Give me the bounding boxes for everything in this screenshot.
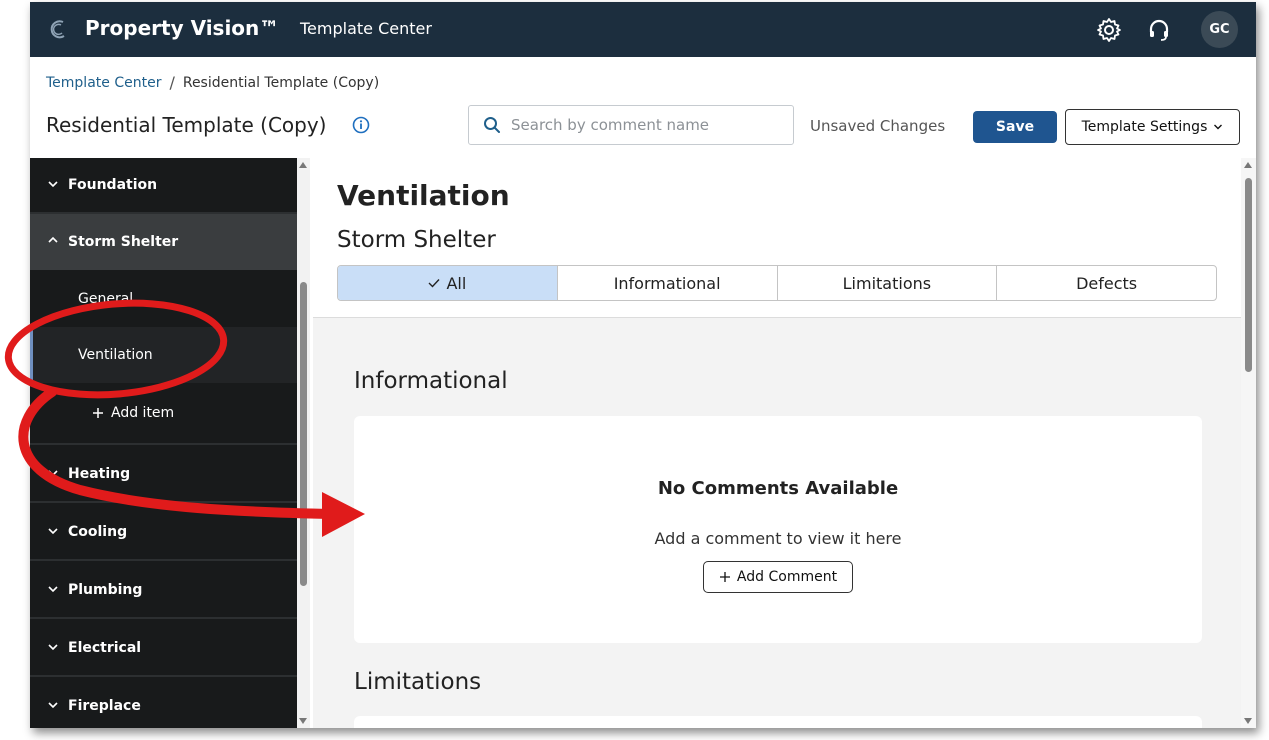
- tab-defects[interactable]: Defects: [997, 266, 1216, 300]
- tab-label: Limitations: [842, 273, 932, 293]
- tab-label: Informational: [613, 273, 721, 293]
- chevron-down-icon: [48, 528, 58, 535]
- chevron-down-icon: [48, 586, 58, 593]
- sidebar-item-label: Plumbing: [68, 582, 143, 598]
- scroll-up-arrow-icon[interactable]: [299, 162, 307, 168]
- sidebar-item-label: Foundation: [68, 177, 158, 193]
- brand-name: Property Vision™: [85, 16, 280, 40]
- breadcrumb-current: Residential Template (Copy): [182, 74, 380, 91]
- search-icon: [484, 117, 500, 133]
- sidebar-scroll-thumb[interactable]: [300, 282, 307, 586]
- main-scrollbar[interactable]: [1241, 158, 1256, 728]
- sidebar-item-foundation[interactable]: Foundation: [30, 158, 297, 214]
- sidebar: Foundation Storm Shelter General Ventila…: [30, 158, 297, 728]
- main-content: Ventilation Storm Shelter All Informatio…: [313, 158, 1241, 728]
- user-avatar[interactable]: GC: [1201, 11, 1238, 48]
- sidebar-item-fireplace[interactable]: Fireplace: [30, 679, 297, 728]
- tab-label: All: [446, 273, 467, 293]
- add-comment-button[interactable]: Add Comment: [703, 561, 853, 593]
- sidebar-subitem-general[interactable]: General: [30, 271, 297, 327]
- top-bar: Property Vision™ Template Center GC: [30, 2, 1256, 57]
- unsaved-changes-label: Unsaved Changes: [810, 117, 946, 135]
- tab-label: Defects: [1076, 273, 1138, 293]
- chevron-down-icon: [48, 644, 58, 651]
- empty-state-title: No Comments Available: [657, 478, 899, 499]
- logo-icon: [50, 20, 65, 39]
- sidebar-item-label: Storm Shelter: [68, 234, 179, 250]
- section-title: Ventilation: [337, 179, 510, 212]
- plus-icon: [93, 408, 103, 418]
- sidebar-item-electrical[interactable]: Electrical: [30, 621, 297, 677]
- headset-icon[interactable]: [1146, 17, 1172, 43]
- check-icon: [428, 279, 440, 288]
- sidebar-item-cooling[interactable]: Cooling: [30, 505, 297, 561]
- page-title: Residential Template (Copy): [46, 113, 327, 137]
- sidebar-item-label: Fireplace: [68, 698, 141, 714]
- plus-icon: [719, 572, 730, 582]
- sidebar-scrollbar[interactable]: [297, 158, 310, 728]
- template-settings-label: Template Settings: [1081, 119, 1208, 135]
- chevron-down-icon: [1214, 124, 1223, 130]
- sidebar-item-plumbing[interactable]: Plumbing: [30, 563, 297, 619]
- app-window: Property Vision™ Template Center GC Temp…: [30, 2, 1256, 728]
- add-comment-label: Add Comment: [736, 569, 838, 585]
- info-icon[interactable]: [352, 116, 370, 134]
- search-input[interactable]: [511, 116, 781, 134]
- sidebar-subitem-ventilation[interactable]: Ventilation: [30, 327, 297, 383]
- sidebar-item-label: Heating: [68, 466, 131, 482]
- section-subtitle: Storm Shelter: [337, 227, 496, 253]
- gear-icon[interactable]: [1096, 17, 1122, 43]
- chevron-down-icon: [48, 470, 58, 477]
- sidebar-item-label: Electrical: [68, 640, 142, 656]
- group-title-informational: Informational: [354, 368, 508, 394]
- breadcrumb-separator: /: [169, 73, 175, 92]
- tab-limitations[interactable]: Limitations: [778, 266, 998, 300]
- sidebar-item-label: Cooling: [68, 524, 128, 540]
- group-title-limitations: Limitations: [354, 669, 482, 695]
- scroll-down-arrow-icon[interactable]: [1244, 718, 1252, 724]
- breadcrumb: Template Center / Residential Template (…: [46, 73, 379, 92]
- limitations-card: [354, 716, 1202, 728]
- chevron-up-icon: [48, 236, 58, 243]
- tab-all[interactable]: All: [338, 266, 558, 300]
- sidebar-item-heating[interactable]: Heating: [30, 447, 297, 503]
- scroll-down-arrow-icon[interactable]: [299, 718, 307, 724]
- add-item-label: Add item: [111, 405, 175, 421]
- empty-state-text: Add a comment to view it here: [654, 529, 902, 548]
- main-header: Ventilation Storm Shelter All Informatio…: [313, 158, 1241, 318]
- main-scroll-thumb[interactable]: [1245, 178, 1252, 372]
- save-button[interactable]: Save: [973, 111, 1057, 143]
- template-settings-button[interactable]: Template Settings: [1065, 109, 1240, 145]
- breadcrumb-root-link[interactable]: Template Center: [46, 75, 161, 91]
- empty-comments-card: No Comments Available Add a comment to v…: [354, 416, 1202, 643]
- chevron-down-icon: [48, 181, 58, 188]
- filter-tabs: All Informational Limitations Defects: [337, 265, 1217, 301]
- search-field: [468, 105, 794, 145]
- tab-informational[interactable]: Informational: [558, 266, 778, 300]
- chevron-down-icon: [48, 702, 58, 709]
- add-item-button[interactable]: Add item: [30, 383, 297, 445]
- scroll-up-arrow-icon[interactable]: [1244, 162, 1252, 168]
- sidebar-item-storm-shelter[interactable]: Storm Shelter: [30, 214, 297, 270]
- nav-template-center[interactable]: Template Center: [300, 19, 432, 38]
